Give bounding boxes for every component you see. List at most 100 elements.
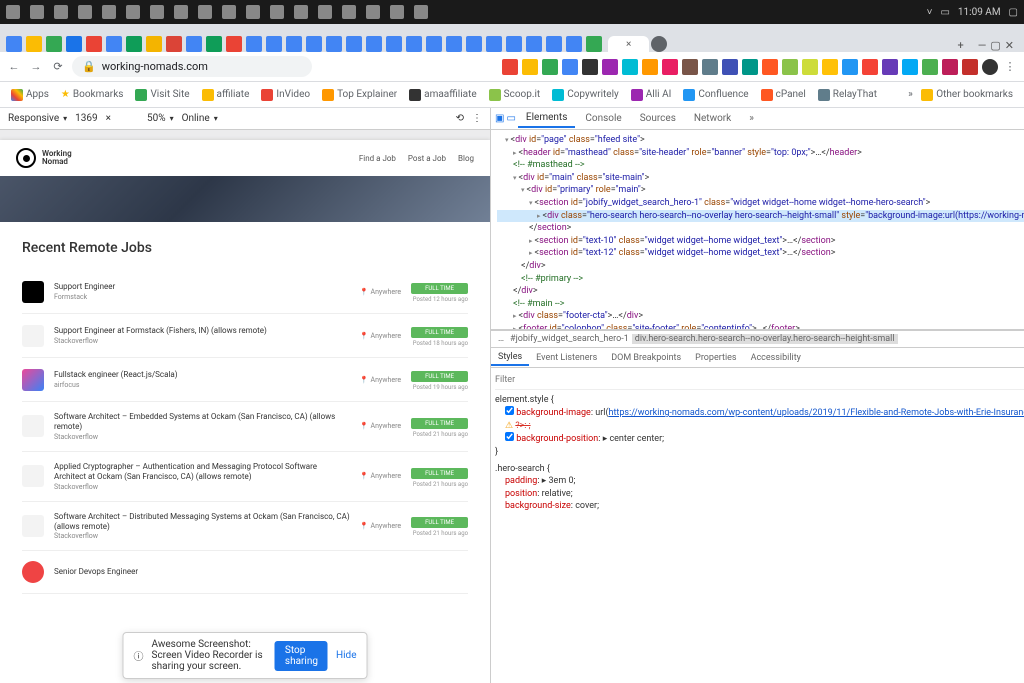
tab-favicon[interactable] xyxy=(6,36,22,52)
taskbar-app-icon[interactable] xyxy=(270,5,284,19)
extension-icon[interactable] xyxy=(502,59,518,75)
tab-favicon[interactable] xyxy=(266,36,282,52)
zoom-select[interactable]: 50% xyxy=(147,113,174,124)
job-row[interactable]: Senior Devops Engineer xyxy=(22,551,468,594)
hide-button[interactable]: Hide xyxy=(336,650,357,661)
extension-icon[interactable] xyxy=(642,59,658,75)
tab-favicon[interactable] xyxy=(146,36,162,52)
tab-elements[interactable]: Elements xyxy=(518,109,575,128)
active-tab[interactable]: × xyxy=(608,36,649,52)
inspect-icon[interactable]: ▣ xyxy=(495,113,504,124)
taskbar-app-icon[interactable] xyxy=(294,5,308,19)
tab-favicon[interactable] xyxy=(386,36,402,52)
tab-favicon[interactable] xyxy=(126,36,142,52)
tab-favicon[interactable] xyxy=(286,36,302,52)
tab-favicon[interactable] xyxy=(426,36,442,52)
taskbar-app-icon[interactable] xyxy=(102,5,116,19)
taskbar-app-icon[interactable] xyxy=(222,5,236,19)
bookmark-item[interactable]: Top Explainer xyxy=(317,86,402,104)
tab-favicon[interactable] xyxy=(166,36,182,52)
tab-favicon[interactable] xyxy=(186,36,202,52)
tab-favicon[interactable] xyxy=(106,36,122,52)
apps-button[interactable]: Apps xyxy=(6,86,54,104)
event-listeners-tab[interactable]: Event Listeners xyxy=(529,351,604,365)
extension-icon[interactable] xyxy=(822,59,838,75)
forward-button[interactable]: → xyxy=(28,59,44,75)
tab-favicon[interactable] xyxy=(466,36,482,52)
bookmark-item[interactable]: affiliate xyxy=(197,86,255,104)
window-close-icon[interactable]: ✕ xyxy=(1005,39,1014,52)
selected-dom-node[interactable]: <div class="hero-search hero-search--no-… xyxy=(497,210,1024,223)
taskbar-app-icon[interactable] xyxy=(174,5,188,19)
dom-tree[interactable]: <div id="page" class="hfeed site"> <head… xyxy=(491,130,1024,330)
tab-favicon[interactable] xyxy=(566,36,582,52)
tab-sources[interactable]: Sources xyxy=(632,110,684,127)
stop-sharing-button[interactable]: Stop sharing xyxy=(275,641,328,671)
css-prop-toggle[interactable] xyxy=(505,432,514,441)
job-row[interactable]: Applied Cryptographer – Authentication a… xyxy=(22,452,468,502)
job-row[interactable]: Fullstack engineer (React.js/Scala)airfo… xyxy=(22,358,468,402)
extension-icon[interactable] xyxy=(922,59,938,75)
job-row[interactable]: Support Engineer at Formstack (Fishers, … xyxy=(22,314,468,358)
extension-icon[interactable] xyxy=(702,59,718,75)
extension-icon[interactable] xyxy=(782,59,798,75)
profile-avatar[interactable] xyxy=(982,59,998,75)
extension-icon[interactable] xyxy=(962,59,978,75)
tray-notifications-icon[interactable]: ▢ xyxy=(1009,7,1018,18)
taskbar-app-icon[interactable] xyxy=(126,5,140,19)
extension-icon[interactable] xyxy=(582,59,598,75)
extension-icon[interactable] xyxy=(722,59,738,75)
tab-favicon[interactable] xyxy=(326,36,342,52)
styles-pane[interactable]: :hov .cls + element.style { background-i… xyxy=(491,368,1024,683)
styles-filter-input[interactable] xyxy=(495,375,1024,385)
breadcrumb[interactable]: … #jobify_widget_search_hero-1 div.hero-… xyxy=(491,330,1024,348)
back-button[interactable]: ← xyxy=(6,59,22,75)
taskbar-app-icon[interactable] xyxy=(54,5,68,19)
extension-icon[interactable] xyxy=(542,59,558,75)
bookmark-item[interactable]: Visit Site xyxy=(130,86,194,104)
url-input[interactable]: 🔒 working-nomads.com xyxy=(72,56,312,77)
throttle-select[interactable]: Online xyxy=(182,113,218,124)
taskbar-app-icon[interactable] xyxy=(390,5,404,19)
bookmark-item[interactable]: Scoop.it xyxy=(484,86,546,104)
bookmark-item[interactable]: Copywritely xyxy=(547,86,624,104)
tab-favicon[interactable] xyxy=(651,36,667,52)
device-rotate-icon[interactable]: ⟲ xyxy=(456,113,464,124)
bookmark-item[interactable]: RelayThat xyxy=(813,86,882,104)
tab-favicon[interactable] xyxy=(366,36,382,52)
taskbar-app-icon[interactable] xyxy=(366,5,380,19)
tab-favicon[interactable] xyxy=(46,36,62,52)
tab-favicon[interactable] xyxy=(406,36,422,52)
job-row[interactable]: Software Architect – Embedded Systems at… xyxy=(22,402,468,452)
taskbar-app-icon[interactable] xyxy=(342,5,356,19)
extension-icon[interactable] xyxy=(662,59,678,75)
properties-tab[interactable]: Properties xyxy=(688,351,743,365)
tab-favicon[interactable] xyxy=(86,36,102,52)
reload-button[interactable]: ⟳ xyxy=(50,59,66,75)
window-maximize-icon[interactable]: ▢ xyxy=(990,39,1000,52)
window-minimize-icon[interactable]: — xyxy=(978,39,987,52)
taskbar-app-icon[interactable] xyxy=(198,5,212,19)
accessibility-tab[interactable]: Accessibility xyxy=(744,351,808,365)
tab-favicon[interactable] xyxy=(506,36,522,52)
tab-favicon[interactable] xyxy=(546,36,562,52)
tray-battery-icon[interactable]: ▭ xyxy=(940,7,949,18)
bookmark-item[interactable]: amaaffiliate xyxy=(404,86,482,104)
bookmark-item[interactable]: cPanel xyxy=(756,86,811,104)
device-menu-icon[interactable]: ⋮ xyxy=(472,113,482,124)
taskbar-app-icon[interactable] xyxy=(246,5,260,19)
extension-icon[interactable] xyxy=(942,59,958,75)
extension-icon[interactable] xyxy=(882,59,898,75)
nav-link[interactable]: Blog xyxy=(458,154,474,163)
bookmark-item[interactable]: Confluence xyxy=(678,86,753,104)
taskbar-app-icon[interactable] xyxy=(78,5,92,19)
taskbar-app-icon[interactable] xyxy=(6,5,20,19)
tab-favicon[interactable] xyxy=(446,36,462,52)
tab-favicon[interactable] xyxy=(66,36,82,52)
bookmark-item[interactable]: InVideo xyxy=(256,86,315,104)
extension-icon[interactable] xyxy=(902,59,918,75)
taskbar-app-icon[interactable] xyxy=(30,5,44,19)
bookmark-item[interactable]: Alli AI xyxy=(626,86,677,104)
nav-link[interactable]: Post a Job xyxy=(408,154,446,163)
menu-icon[interactable]: ⋮ xyxy=(1002,59,1018,75)
